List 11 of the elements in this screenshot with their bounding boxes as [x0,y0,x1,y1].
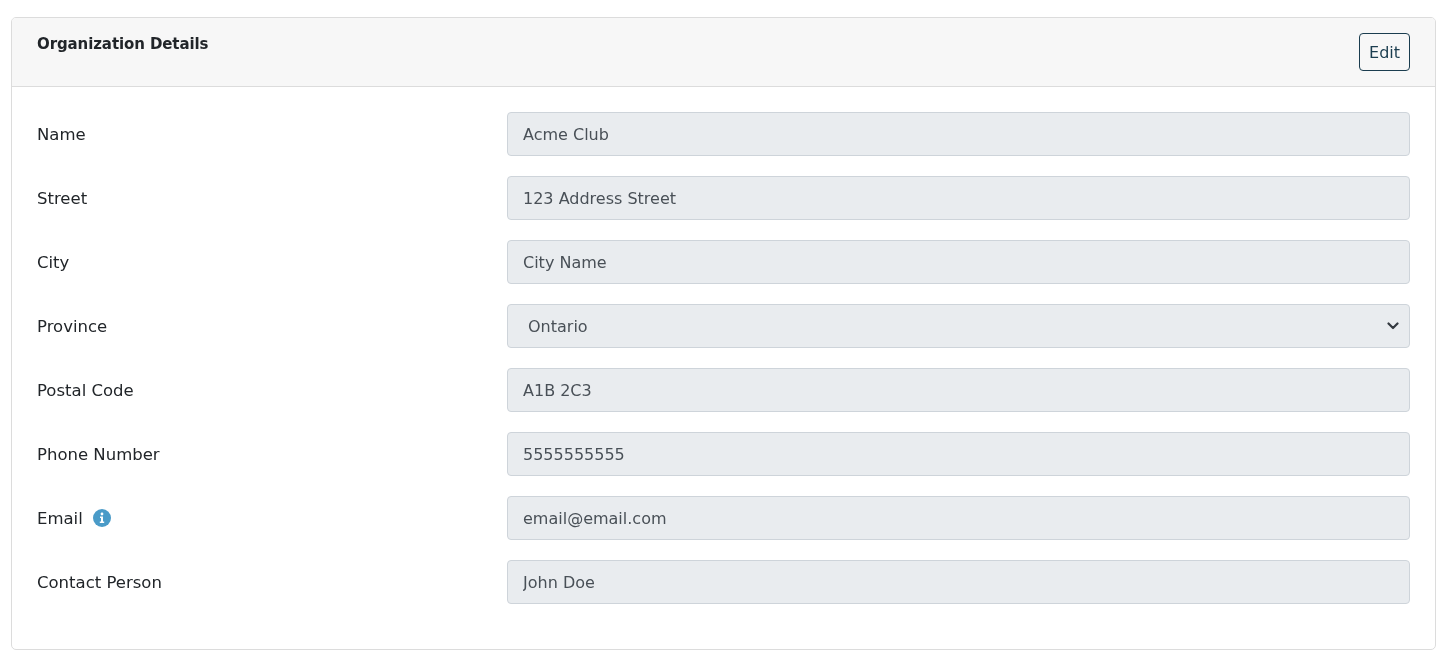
field-label: City [37,252,70,272]
field-label: Street [37,188,88,208]
field-label: Province [37,316,108,336]
field-label: Email [37,508,83,528]
field-label: Postal Code [37,380,134,400]
card-title: Organization Details [37,35,209,53]
field-label: Name [37,124,86,144]
chevron-icon [1387,322,1399,330]
edit-button[interactable]: Edit [1359,33,1410,71]
field-label: Contact Person [37,572,162,592]
field-label: Phone Number [37,444,160,464]
